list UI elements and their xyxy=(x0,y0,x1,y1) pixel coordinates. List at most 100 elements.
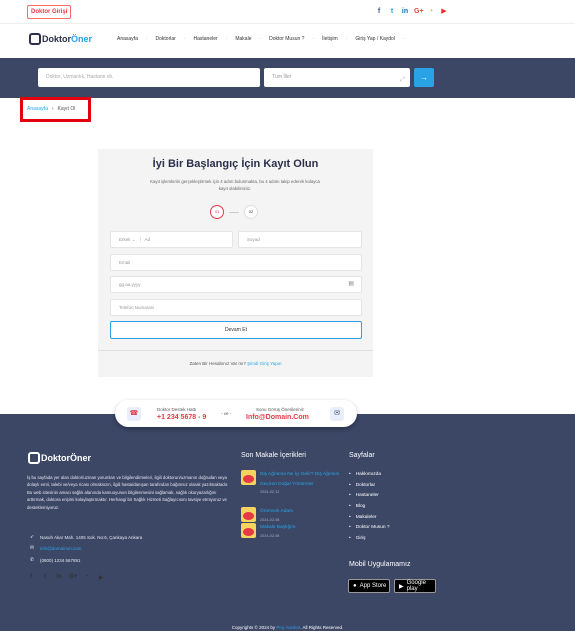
logo-icon xyxy=(29,33,41,45)
login-now-link[interactable]: Şimdi Giriş Yapın xyxy=(247,361,281,366)
mail-label: Sonu Görüş Önerileriniz xyxy=(256,407,305,412)
footer-phone[interactable]: ✆ (0800) 1234 567891 xyxy=(29,557,81,563)
footer-logo-text-part1: Doktor xyxy=(41,453,70,463)
support-or: - ve - xyxy=(221,411,232,416)
footer-logo-text-part2: Öner xyxy=(70,453,92,463)
breadcrumb: Anasayfa › Kayıt Ol xyxy=(27,106,75,112)
top-social-links: f t in G+ ◔ ▶ xyxy=(375,7,448,16)
support-email[interactable]: Info@Domain.Com xyxy=(246,414,309,421)
page-link-doktor-musun[interactable]: Doktor Musun ? xyxy=(349,523,390,534)
article-title[interactable]: Diş Ağrısına Ne İyi Gelir? Diş Ağrısını … xyxy=(260,470,341,489)
step-1: 01 xyxy=(210,205,224,219)
articles-title: Son Makale İçerikleri xyxy=(241,452,306,459)
nav-item-doktorlar[interactable]: Doktorlar xyxy=(156,36,176,42)
main-menu: Anasayfa · Doktorlar · Hastaneler · Makale ·… xyxy=(117,36,405,42)
first-name-placeholder: Ad xyxy=(144,237,151,242)
search-button[interactable]: → xyxy=(414,68,434,87)
phone-icon: ✆ xyxy=(29,557,35,563)
logo-text-part2: Öner xyxy=(71,34,93,44)
apple-icon: ● xyxy=(353,583,357,589)
nav-item-anasayfa[interactable]: Anasayfa xyxy=(117,36,138,42)
page-link-doktorlar[interactable]: Doktorlar xyxy=(349,481,390,492)
footer-description: İş bu sayfada yer alan doktor/uzman yoru… xyxy=(27,475,229,510)
nav-item-iletisim[interactable]: İletişim xyxy=(322,36,338,42)
google-plus-icon[interactable]: G+ xyxy=(69,574,77,581)
mail-support-icon: ✉ xyxy=(330,407,344,421)
card-divider xyxy=(98,350,373,351)
facebook-icon[interactable]: f xyxy=(375,7,383,16)
nav-item-doktor-musun[interactable]: Doktor Musun ? xyxy=(269,36,304,42)
app-store-button[interactable]: ● App Store xyxy=(348,579,390,593)
site-logo[interactable]: DoktorÖner xyxy=(29,33,92,45)
continue-button[interactable]: Devam Et xyxy=(110,321,362,339)
city-select[interactable]: Tüm İller ⤢ xyxy=(264,68,410,87)
breadcrumb-current: Kayıt Ol xyxy=(57,106,76,112)
linkedin-icon[interactable]: in xyxy=(401,7,409,16)
nav-item-hastaneler[interactable]: Hastaneler xyxy=(194,36,218,42)
breadcrumb-separator: › xyxy=(51,106,54,112)
page-link-makaleler[interactable]: Makaleler xyxy=(349,513,390,524)
gender-select[interactable]: Erkek ⌄ xyxy=(119,237,141,242)
rss-icon[interactable]: ◔ xyxy=(427,7,435,16)
rss-icon[interactable]: ◔ xyxy=(83,574,91,581)
article-title[interactable]: Makale Başlığım xyxy=(260,523,295,533)
google-plus-icon[interactable]: G+ xyxy=(414,7,424,16)
nav-item-makale[interactable]: Makale xyxy=(235,36,251,42)
email-field[interactable]: Email xyxy=(110,254,362,271)
article-date: 2024-02-12 xyxy=(260,490,280,494)
play-icon: ▶ xyxy=(399,583,404,590)
article-item[interactable]: Örümcek Adam 2024-02-08 xyxy=(241,507,341,523)
phone-support-icon: ☎ xyxy=(127,407,141,421)
youtube-icon[interactable]: ▶ xyxy=(97,574,105,581)
footer-logo[interactable]: DoktorÖner xyxy=(28,452,91,464)
article-thumbnail xyxy=(241,507,256,522)
register-subtitle: Kayıt işlemlerini gerçekleştirmek için 4… xyxy=(150,179,320,191)
twitter-icon[interactable]: t xyxy=(388,7,396,16)
calendar-icon[interactable]: ▤ xyxy=(348,277,354,292)
article-item[interactable]: Diş Ağrısına Ne İyi Gelir? Diş Ağrısını … xyxy=(241,470,341,495)
page-link-hakkimizda[interactable]: Hakkımızda xyxy=(349,470,390,481)
step-connector xyxy=(229,211,239,213)
article-item[interactable]: Makale Başlığım 2024-02-08 xyxy=(241,523,341,539)
breadcrumb-home-link[interactable]: Anasayfa xyxy=(27,106,48,112)
footer-logo-icon xyxy=(28,452,40,464)
doctor-login-button[interactable]: Doktor Girişi xyxy=(27,5,72,19)
youtube-icon[interactable]: ▶ xyxy=(440,7,448,16)
footer-email[interactable]: ✉ info@domainuri.com xyxy=(29,545,81,551)
page-link-hastaneler[interactable]: Hastaneler xyxy=(349,491,390,502)
article-thumbnail xyxy=(241,470,256,485)
mail-icon: ✉ xyxy=(29,545,35,551)
linkedin-icon[interactable]: in xyxy=(55,574,63,581)
footer-social-links: f t in G+ ◔ ▶ xyxy=(27,574,105,581)
page-link-giris[interactable]: Giriş xyxy=(349,534,390,545)
copyright: Copyrights © 2024 by Proj Yazılım. All R… xyxy=(231,625,344,630)
city-select-value: Tüm İller xyxy=(272,74,292,80)
pages-title: Sayfalar xyxy=(349,452,375,459)
phone-field[interactable]: Telefon Numarası xyxy=(110,299,362,316)
google-play-button[interactable]: ▶ Google play xyxy=(394,579,436,593)
top-bar: Doktor Girişi f t in G+ ◔ ▶ xyxy=(0,0,575,24)
copyright-link[interactable]: Proj Yazılım xyxy=(276,625,300,630)
hotline-number[interactable]: +1 234 5678 - 9 xyxy=(157,414,206,421)
article-title[interactable]: Örümcek Adam xyxy=(260,507,293,517)
nav-item-login-register[interactable]: Giriş Yap / Kaydol xyxy=(355,36,395,42)
birth-date-field[interactable]: gg.aa.yyyy ▤ xyxy=(110,276,362,293)
hotline-label: Doktor Destek Hattı xyxy=(157,407,197,412)
search-input[interactable]: Doktor, Uzmanlık, Hastane vb. xyxy=(38,68,260,87)
logo-text-part1: Doktor xyxy=(42,34,71,44)
pages-list: Hakkımızda Doktorlar Hastaneler Blog Mak… xyxy=(349,470,390,545)
step-2: 02 xyxy=(244,205,258,219)
twitter-icon[interactable]: t xyxy=(41,574,49,581)
search-band: Doktor, Uzmanlık, Hastane vb. Tüm İller … xyxy=(0,58,575,98)
step-indicator: 01 02 xyxy=(210,205,258,219)
article-thumbnail xyxy=(241,523,256,538)
article-date: 2024-02-08 xyxy=(260,517,280,522)
have-account-text: Zaten Bir Hesabınız Var mı? Şimdi Giriş … xyxy=(189,361,282,366)
page-link-blog[interactable]: Blog xyxy=(349,502,390,513)
first-name-field[interactable]: Erkek ⌄ Ad xyxy=(110,231,233,248)
location-icon: ➶ xyxy=(29,534,35,540)
footer-address: ➶ Nasuh Akar Mah. 1405 Sok. No:6, Çankaya… xyxy=(29,534,143,540)
last-name-field[interactable]: Soyad xyxy=(238,231,362,248)
facebook-icon[interactable]: f xyxy=(27,574,35,581)
register-title: İyi Bir Başlangıç İçin Kayıt Olun xyxy=(152,158,319,170)
